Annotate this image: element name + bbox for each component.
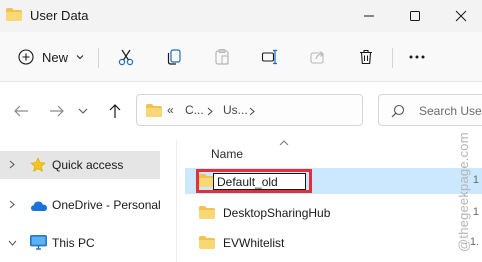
navigation-pane: Quick access OneDrive - Personal This PC [0, 140, 176, 262]
list-item[interactable]: EVWhitelist 1. [177, 230, 482, 256]
cut-icon [118, 49, 134, 66]
nav-item-quick-access[interactable]: Quick access [0, 151, 160, 179]
delete-icon [360, 49, 372, 65]
new-button-label: New [41, 49, 68, 65]
chevron-right-icon[interactable] [9, 200, 15, 209]
file-list: Name 1 DesktopSharingHub 1 EVWhitelist 1… [176, 140, 482, 262]
paste-icon [215, 48, 229, 65]
maximize-button[interactable] [392, 0, 438, 32]
delete-button[interactable] [354, 42, 378, 72]
file-name: DesktopSharingHub [223, 206, 331, 220]
recent-locations-button[interactable] [72, 100, 94, 122]
arrow-right-icon [50, 105, 64, 117]
toolbar-divider [98, 48, 99, 68]
copy-icon [167, 49, 181, 65]
arrow-up-icon [109, 104, 121, 118]
chevron-right-icon [249, 107, 255, 116]
title-bar: User Data [0, 0, 482, 32]
file-name: EVWhitelist [223, 236, 285, 250]
search-placeholder: Search User [419, 104, 482, 118]
breadcrumb-item[interactable]: C... [185, 103, 204, 117]
folder-icon [199, 236, 215, 249]
chevron-down-icon[interactable] [8, 240, 17, 246]
maximize-icon [410, 11, 420, 21]
window-title: User Data [30, 8, 89, 23]
close-icon [455, 10, 467, 22]
copy-button[interactable] [162, 42, 186, 72]
breadcrumb-item[interactable]: Us... [223, 103, 248, 117]
nav-item-label: OneDrive - Personal [52, 198, 161, 212]
share-icon [310, 51, 324, 64]
new-button[interactable]: New [14, 42, 88, 72]
cut-button[interactable] [114, 42, 138, 72]
address-overflow-chevron[interactable]: « [167, 103, 174, 117]
forward-button[interactable] [46, 100, 68, 122]
more-options-button[interactable] [404, 42, 430, 72]
more-icon [409, 55, 425, 59]
share-button[interactable] [306, 42, 330, 72]
chevron-down-icon [76, 55, 84, 60]
watermark: @thegeekpage.com [453, 88, 471, 262]
file-meta-truncated: 1 [472, 174, 479, 186]
sort-chevron-icon [279, 140, 289, 146]
back-button[interactable] [10, 100, 32, 122]
up-button[interactable] [104, 100, 126, 122]
nav-item-onedrive[interactable]: OneDrive - Personal [0, 191, 176, 219]
column-header-name[interactable]: Name [211, 147, 243, 161]
chevron-down-icon [78, 108, 88, 114]
watermark-text: @thegeekpage.com [456, 132, 471, 252]
file-meta-truncated: 1 [472, 206, 479, 218]
command-bar: New [0, 32, 482, 82]
list-item[interactable]: DesktopSharingHub 1 [177, 200, 482, 226]
folder-icon [146, 104, 162, 117]
toolbar-divider [392, 48, 393, 68]
chevron-right-icon [207, 107, 213, 116]
address-row: « C... Us... Search User [0, 82, 482, 140]
search-icon [391, 104, 405, 118]
minimize-button[interactable] [346, 0, 392, 32]
rename-input[interactable] [213, 173, 306, 190]
address-bar[interactable]: « C... Us... [136, 94, 363, 126]
nav-item-label: This PC [52, 236, 95, 250]
folder-icon [199, 206, 215, 219]
nav-item-label: Quick access [52, 158, 124, 172]
paste-button[interactable] [210, 42, 234, 72]
nav-item-this-pc[interactable]: This PC [0, 229, 176, 257]
minimize-icon [364, 15, 374, 17]
close-button[interactable] [438, 0, 482, 32]
chevron-right-icon[interactable] [9, 160, 15, 169]
folder-icon [6, 8, 22, 21]
plus-circle-icon [18, 49, 34, 65]
cloud-icon [31, 201, 47, 211]
star-icon [30, 157, 46, 172]
rename-icon [261, 49, 277, 65]
arrow-left-icon [14, 105, 28, 117]
monitor-icon [30, 235, 47, 250]
file-meta-truncated: 1. [469, 236, 479, 248]
rename-button[interactable] [258, 42, 282, 72]
